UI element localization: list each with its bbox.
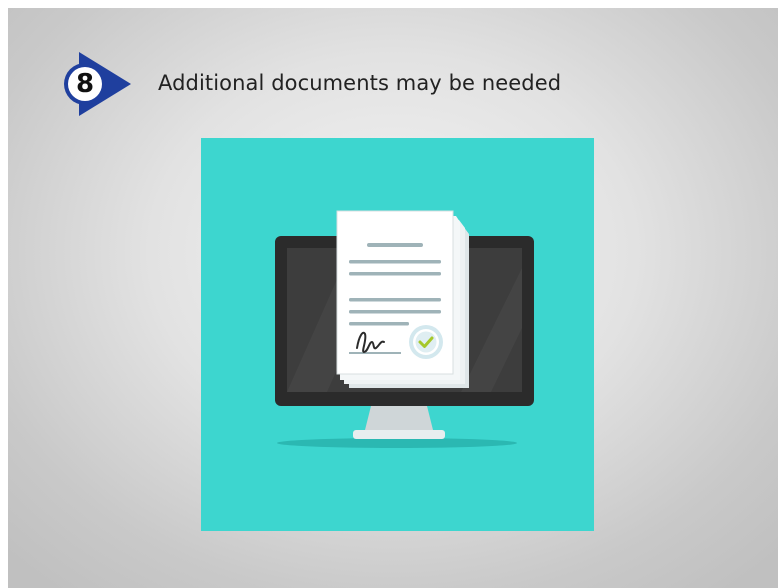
step-arrow-icon [64,52,131,116]
signed-document-on-monitor-icon [201,138,594,531]
step-badge: 8 [55,52,131,116]
illustration-panel [201,138,594,531]
slide: 8 Additional documents may be needed [8,8,778,588]
page-title: Additional documents may be needed [158,71,562,95]
